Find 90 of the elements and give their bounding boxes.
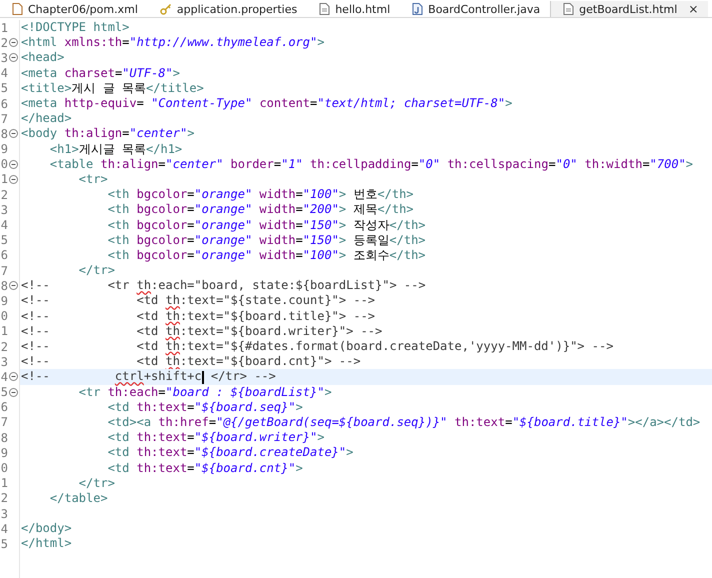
line-number: 0: [0, 309, 8, 324]
line-number: 7: [0, 264, 8, 278]
code-line: <td th:text="${board.writer}">: [106, 430, 324, 446]
fold-icon[interactable]: [9, 38, 18, 48]
code-line: <!-- <td th:text="${state.count}"> -->: [21, 293, 376, 308]
line-number: 3: [0, 202, 8, 217]
tab-label: Chapter06/pom.xml: [28, 2, 138, 16]
tab-label: getBoardList.html: [579, 2, 678, 16]
code-line: <th bgcolor="orange" width="150"> 등록일</th>: [106, 232, 426, 248]
code-line: <meta http-equiv= "Content-Type" content="text/html; charset=UTF-8">: [21, 96, 512, 112]
line-number: 5: [0, 233, 8, 248]
line-number: 1: [0, 476, 8, 490]
line-number: 5: [0, 385, 8, 400]
code-line: <!-- <td th:text="${board.cnt}"> -->: [21, 354, 361, 370]
tab-label: application.properties: [176, 2, 298, 16]
fold-icon[interactable]: [9, 372, 18, 382]
code-line: <h1>게시글 목록</h1>: [48, 142, 182, 157]
line-number: 5: [0, 536, 8, 551]
code-line: <!-- ctrl+shift+c </tr> -->: [21, 369, 276, 384]
line-number: 7: [0, 415, 8, 430]
editor-tab[interactable]: getBoardList.html ×: [550, 1, 708, 17]
line-number: 4: [0, 522, 8, 536]
code-line: <th bgcolor="orange" width="100"> 번호</th>: [106, 187, 414, 202]
line-number: 1: [0, 172, 8, 186]
code-line: </tr>: [78, 476, 115, 491]
code-line: <html xmlns:th="http://www.thymeleaf.org">: [21, 35, 324, 50]
line-number: 3: [0, 50, 8, 65]
code-line: </tr>: [78, 263, 115, 278]
line-number: 0: [0, 461, 8, 476]
code-line: <th bgcolor="orange" width="150"> 작성자</th>: [106, 218, 426, 233]
code-line: <td><a th:href="@{/getBoard(seq=${board.seq})}" th:text="${board.title}"></a></td>: [106, 414, 700, 430]
line-number: 8: [0, 126, 8, 141]
java-file-icon: [412, 3, 424, 15]
code-line: </table>: [48, 490, 108, 506]
code-line: <tr th:each="board : ${boardList}">: [78, 384, 332, 400]
file-icon: [319, 3, 330, 15]
file-icon: [563, 3, 574, 15]
line-number: 3: [0, 354, 8, 369]
line-number: 8: [0, 430, 8, 445]
line-number: 8: [0, 278, 8, 293]
fold-icon[interactable]: [9, 174, 18, 184]
code-line: </head>: [21, 111, 72, 126]
line-number: 7: [0, 112, 8, 126]
line-number: 2: [0, 340, 8, 354]
line-number: 1: [0, 324, 8, 338]
line-number: 2: [0, 188, 8, 202]
line-number: 6: [0, 400, 8, 414]
code-line: <!-- <td th:text="${board.writer}"> -->: [21, 324, 382, 339]
code-line: <title>게시 글 목록</title>: [21, 80, 204, 96]
file-icon: [12, 3, 23, 15]
line-number: 4: [0, 370, 8, 384]
tab-label: BoardController.java: [428, 2, 540, 16]
code-line: </body>: [21, 521, 72, 536]
code-line: <!-- <td th:text="${board.title}"> -->: [21, 308, 376, 324]
tab-label: hello.html: [335, 2, 390, 16]
line-number: 0: [0, 157, 8, 172]
code-line: <!-- <tr th:each="board, state:${boardList}"> -->: [21, 278, 426, 294]
code-line: <meta charset="UTF-8">: [21, 66, 180, 81]
line-number: 9: [0, 142, 8, 156]
code-line: <th bgcolor="orange" width="200"> 제목</th>: [106, 202, 414, 218]
line-number: 6: [0, 248, 8, 262]
code-line: <body th:align="center">: [21, 126, 194, 142]
line-number: 6: [0, 96, 8, 111]
close-icon[interactable]: ×: [688, 2, 698, 16]
code-line: </html>: [21, 536, 72, 552]
key-icon: [160, 3, 172, 15]
line-number: 9: [0, 294, 8, 308]
line-number: 3: [0, 506, 8, 521]
fold-icon[interactable]: [9, 160, 18, 169]
line-number: 5: [0, 81, 8, 96]
fold-icon[interactable]: [9, 129, 18, 138]
code-line: <td th:text="${board.seq}">: [106, 400, 303, 415]
code-line: <th bgcolor="orange" width="100"> 조회수</th>: [106, 248, 426, 263]
fold-icon[interactable]: [9, 53, 18, 62]
code-line: <!-- <td th:text="${#dates.format(board.createDate,'yyyy-MM-dd')}"> -->: [21, 339, 614, 354]
code-line: <td th:text="${board.cnt}">: [106, 460, 303, 476]
line-number: 2: [0, 491, 8, 506]
code-line: <table th:align="center" border="1" th:cellpadding="0" th:cellspacing="0" th:width="700">: [48, 156, 694, 172]
code-line: <td th:text="${board.createDate}">: [106, 445, 354, 460]
text-cursor: [202, 370, 204, 384]
fold-icon[interactable]: [9, 281, 18, 290]
line-number: 4: [0, 218, 8, 232]
code-line: <tr>: [78, 172, 108, 187]
line-number: 1: [0, 20, 8, 35]
code-line: <head>: [21, 50, 64, 66]
line-number: 2: [0, 36, 8, 50]
code-line: <!DOCTYPE html>: [21, 20, 130, 36]
fold-icon[interactable]: [9, 388, 18, 397]
line-number: 4: [0, 66, 8, 80]
line-number: 9: [0, 446, 8, 460]
